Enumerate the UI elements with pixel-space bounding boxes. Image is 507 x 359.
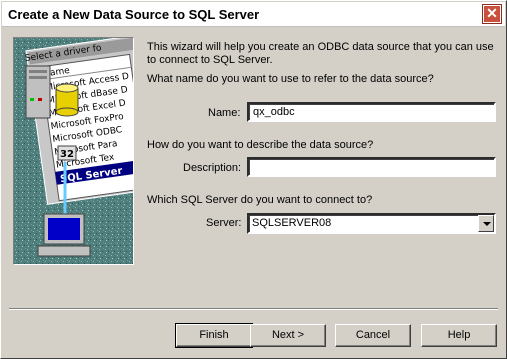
window-title: Create a New Data Source to SQL Server	[8, 7, 260, 22]
name-label: Name:	[208, 107, 241, 119]
badge-label: 32	[60, 149, 74, 160]
next-button[interactable]: Next >	[250, 324, 326, 347]
close-button[interactable]: ✕	[482, 4, 502, 24]
dialog-window: Create a New Data Source to SQL Server ✕…	[0, 0, 507, 359]
description-field[interactable]	[247, 157, 496, 177]
badge-32-icon: 32	[57, 145, 77, 161]
illustration-graphic: Select a driver fo Name Microsoft Access…	[14, 38, 133, 264]
name-question: What name do you want to use to refer to…	[147, 73, 434, 85]
title-bar: Create a New Data Source to SQL Server ✕	[2, 2, 505, 27]
intro-text: This wizard will help you create an ODBC…	[147, 41, 494, 66]
server-question: Which SQL Server do you want to connect …	[147, 194, 373, 206]
server-dropdown-button[interactable]	[478, 215, 494, 232]
close-icon: ✕	[486, 5, 498, 21]
description-label: Description:	[183, 162, 242, 174]
cancel-button[interactable]: Cancel	[335, 324, 411, 347]
finish-button[interactable]: Finish	[175, 323, 253, 348]
wizard-illustration: Select a driver fo Name Microsoft Access…	[13, 37, 134, 265]
server-icon	[25, 65, 51, 119]
chevron-down-icon	[483, 222, 491, 226]
server-label: Server:	[206, 217, 242, 229]
server-select[interactable]: SQLSERVER08	[247, 213, 496, 234]
name-field[interactable]: qx_odbc	[247, 102, 496, 122]
server-select-value: SQLSERVER08	[252, 217, 332, 229]
separator	[9, 308, 498, 310]
computer-icon	[37, 213, 91, 257]
description-question: How do you want to describe the data sou…	[147, 139, 374, 151]
help-button[interactable]: Help	[421, 324, 497, 347]
database-icon	[55, 83, 79, 117]
